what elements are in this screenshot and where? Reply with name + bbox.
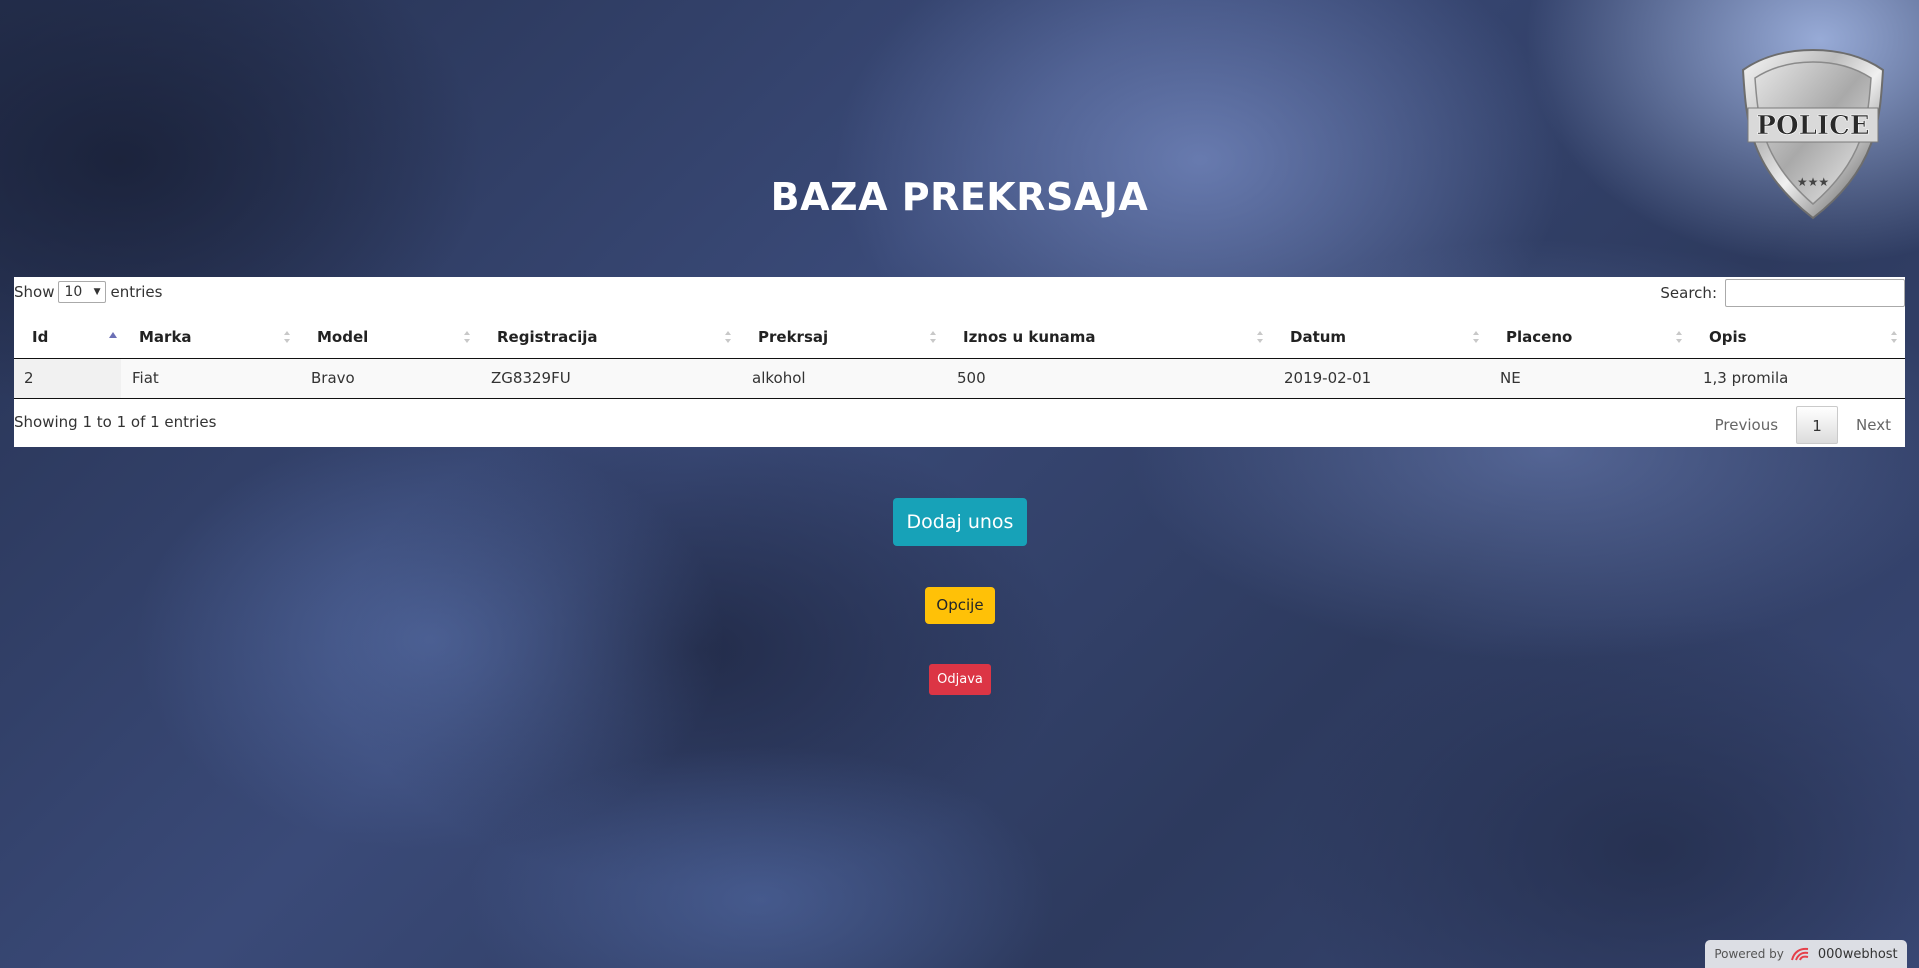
sort-both-icon bbox=[1676, 331, 1682, 343]
column-header-datum[interactable]: Datum bbox=[1272, 317, 1488, 358]
badge-text: POLICE bbox=[1756, 111, 1869, 141]
cell-prekrsaj: alkohol bbox=[752, 369, 806, 387]
sort-both-icon bbox=[1891, 331, 1897, 343]
column-header-label: Registracija bbox=[497, 328, 598, 346]
cell-datum: 2019-02-01 bbox=[1284, 369, 1372, 387]
column-header-registracija[interactable]: Registracija bbox=[479, 317, 740, 358]
table-row: 2 Fiat Bravo ZG8329FU alkohol 500 2019-0… bbox=[14, 359, 1905, 399]
page-title: BAZA PREKRSAJA bbox=[770, 175, 1149, 219]
column-header-label: Id bbox=[32, 328, 49, 346]
pagination: Previous 1 Next bbox=[1701, 406, 1905, 444]
000webhost-logo-icon bbox=[1790, 947, 1809, 961]
powered-by-label: Powered by bbox=[1714, 947, 1784, 961]
chevron-down-icon: ▼ bbox=[93, 287, 101, 297]
cell-id: 2 bbox=[14, 359, 121, 398]
sort-both-icon bbox=[930, 331, 936, 343]
sort-ascending-icon bbox=[109, 332, 117, 338]
sort-both-icon bbox=[464, 331, 470, 343]
search-control: Search: bbox=[1660, 279, 1905, 307]
000webhost-brand: 000webhost bbox=[1817, 946, 1898, 962]
column-header-label: Datum bbox=[1290, 328, 1347, 346]
cell-marka: Fiat bbox=[132, 369, 159, 387]
sort-both-icon bbox=[1473, 331, 1479, 343]
add-entry-button[interactable]: Dodaj unos bbox=[893, 498, 1027, 546]
search-input[interactable] bbox=[1725, 279, 1905, 307]
logout-button[interactable]: Odjava bbox=[929, 664, 991, 695]
column-header-prekrsaj[interactable]: Prekrsaj bbox=[740, 317, 945, 358]
table-info: Showing 1 to 1 of 1 entries bbox=[14, 413, 217, 431]
column-header-label: Placeno bbox=[1506, 328, 1573, 346]
previous-page-button[interactable]: Previous bbox=[1701, 406, 1792, 444]
column-header-label: Opis bbox=[1709, 328, 1747, 346]
entries-length-value: 10 bbox=[64, 284, 83, 300]
table-header: Id Marka Model Registracija Prekrsaj Izn… bbox=[14, 317, 1905, 359]
cell-opis: 1,3 promila bbox=[1703, 369, 1789, 387]
column-header-label: Model bbox=[317, 328, 369, 346]
cell-placeno: NE bbox=[1500, 369, 1521, 387]
sort-both-icon bbox=[1257, 331, 1263, 343]
length-suffix-label: entries bbox=[110, 283, 163, 301]
length-prefix-label: Show bbox=[14, 283, 55, 301]
column-header-label: Prekrsaj bbox=[758, 328, 829, 346]
sort-both-icon bbox=[725, 331, 731, 343]
entries-length-select[interactable]: 10 ▼ bbox=[58, 281, 107, 303]
cell-model: Bravo bbox=[311, 369, 355, 387]
violations-table-panel: Show 10 ▼ entries Search: Id Marka Model… bbox=[14, 277, 1905, 447]
column-header-placeno[interactable]: Placeno bbox=[1488, 317, 1691, 358]
column-header-label: Iznos u kunama bbox=[963, 328, 1096, 346]
page-1-button[interactable]: 1 bbox=[1796, 406, 1839, 444]
search-label: Search: bbox=[1660, 284, 1717, 302]
column-header-label: Marka bbox=[139, 328, 192, 346]
column-header-marka[interactable]: Marka bbox=[121, 317, 299, 358]
options-button[interactable]: Opcije bbox=[925, 587, 995, 624]
cell-registracija: ZG8329FU bbox=[491, 369, 571, 387]
next-page-button[interactable]: Next bbox=[1842, 406, 1905, 444]
entries-length-control: Show 10 ▼ entries bbox=[14, 279, 162, 305]
cell-iznos: 500 bbox=[957, 369, 986, 387]
column-header-model[interactable]: Model bbox=[299, 317, 479, 358]
sort-both-icon bbox=[284, 331, 290, 343]
column-header-id[interactable]: Id bbox=[14, 317, 121, 358]
powered-by-badge[interactable]: Powered by 000webhost bbox=[1705, 940, 1907, 968]
column-header-iznos[interactable]: Iznos u kunama bbox=[945, 317, 1272, 358]
column-header-opis[interactable]: Opis bbox=[1691, 317, 1905, 358]
